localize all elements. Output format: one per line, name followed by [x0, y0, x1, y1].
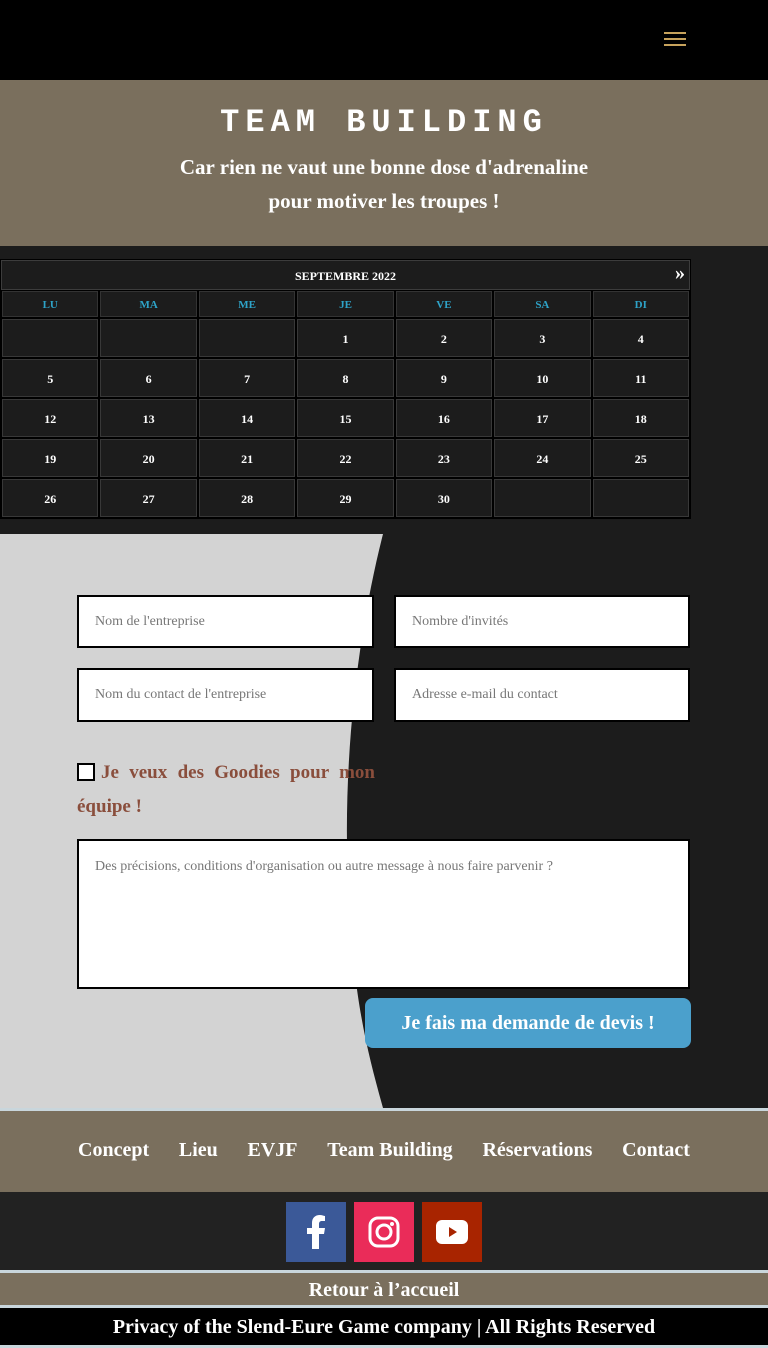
facebook-button[interactable] — [286, 1202, 346, 1262]
calendar-day[interactable]: 24 — [493, 438, 592, 478]
guests-count-input[interactable] — [394, 595, 690, 648]
calendar-empty-cell — [99, 318, 198, 358]
calendar-empty-cell — [197, 318, 297, 358]
weekday-header: ME — [197, 290, 297, 318]
weekday-header: JE — [296, 290, 395, 318]
calendar-day[interactable]: 5 — [1, 358, 100, 398]
calendar-day[interactable]: 11 — [591, 358, 690, 398]
calendar-day[interactable]: 6 — [99, 358, 198, 398]
weekday-header: SA — [493, 290, 592, 318]
calendar-empty-cell — [591, 478, 690, 518]
back-home-link[interactable]: Retour à l’accueil — [0, 1270, 768, 1308]
hero-subtitle-line1: Car rien ne vaut une bonne dose d'adrena… — [179, 155, 589, 179]
instagram-button[interactable] — [354, 1202, 414, 1262]
footer-nav-item[interactable]: Team Building — [327, 1139, 452, 1162]
footer-navigation: Concept Lieu EVJF Team Building Réservations… — [0, 1108, 768, 1192]
youtube-button[interactable] — [422, 1202, 482, 1262]
calendar-day[interactable]: 23 — [394, 438, 494, 478]
calendar-day[interactable]: 17 — [493, 398, 592, 438]
calendar-day[interactable]: 19 — [1, 438, 100, 478]
weekday-header: VE — [394, 290, 494, 318]
calendar-day[interactable]: 26 — [1, 478, 100, 518]
calendar-day[interactable]: 2 — [394, 318, 494, 358]
calendar-day[interactable]: 3 — [493, 318, 592, 358]
contact-name-input[interactable] — [77, 668, 374, 722]
company-name-input[interactable] — [77, 595, 374, 648]
submit-quote-button[interactable]: Je fais ma demande de devis ! — [365, 998, 691, 1048]
hero-subtitle: Car rien ne vaut une bonne dose d'adrena… — [0, 150, 768, 218]
weekday-header: LU — [1, 290, 100, 318]
social-bar — [0, 1192, 768, 1270]
calendar-empty-cell — [493, 478, 592, 518]
hamburger-menu-icon[interactable] — [664, 32, 686, 48]
footer-nav-item[interactable]: EVJF — [248, 1139, 298, 1162]
calendar-day[interactable]: 10 — [493, 358, 592, 398]
calendar-day[interactable]: 16 — [394, 398, 494, 438]
calendar: SEPTEMBRE 2022 » LU MA ME JE VE SA DI 1 2 3 4 5 6 7 8 9… — [0, 259, 691, 519]
calendar-day[interactable]: 20 — [99, 438, 198, 478]
facebook-icon — [307, 1215, 325, 1249]
calendar-day[interactable]: 8 — [296, 358, 395, 398]
calendar-day[interactable]: 15 — [296, 398, 395, 438]
calendar-day[interactable]: 25 — [591, 438, 690, 478]
hero-subtitle-line2: pour motiver les troupes ! — [268, 189, 500, 213]
calendar-header: SEPTEMBRE 2022 » — [1, 260, 690, 290]
calendar-day[interactable]: 13 — [99, 398, 198, 438]
copyright-text: Privacy of the Slend-Eure Game company |… — [0, 1308, 768, 1348]
hero-banner: TEAM BUILDING Car rien ne vaut une bonne… — [0, 80, 768, 246]
calendar-day[interactable]: 22 — [296, 438, 395, 478]
contact-email-input[interactable] — [394, 668, 690, 722]
quote-form-section: Je veux des Goodies pour mon équipe ! Je… — [0, 534, 768, 1108]
calendar-day[interactable]: 12 — [1, 398, 100, 438]
weekday-header: DI — [591, 290, 690, 318]
goodies-label: Je veux des Goodies pour mon équipe ! — [77, 762, 375, 817]
page-title: TEAM BUILDING — [220, 104, 548, 141]
top-bar — [0, 0, 768, 80]
calendar-day[interactable]: 9 — [394, 358, 494, 398]
calendar-grid: LU MA ME JE VE SA DI 1 2 3 4 5 6 7 8 9 10 11 12 13 14 15 16 17 1… — [1, 290, 690, 518]
calendar-day[interactable]: 4 — [591, 318, 690, 358]
message-textarea[interactable] — [77, 839, 690, 989]
footer-nav-item[interactable]: Lieu — [179, 1139, 218, 1162]
calendar-day[interactable]: 18 — [591, 398, 690, 438]
goodies-option: Je veux des Goodies pour mon équipe ! — [77, 756, 375, 824]
next-month-button[interactable]: » — [675, 258, 685, 288]
footer-nav-list: Concept Lieu EVJF Team Building Réservations… — [78, 1139, 690, 1162]
calendar-day[interactable]: 28 — [197, 478, 297, 518]
calendar-day[interactable]: 21 — [197, 438, 297, 478]
goodies-checkbox[interactable] — [77, 763, 95, 781]
calendar-day[interactable]: 7 — [197, 358, 297, 398]
calendar-empty-cell — [1, 318, 100, 358]
calendar-day[interactable]: 27 — [99, 478, 198, 518]
calendar-day[interactable]: 14 — [197, 398, 297, 438]
calendar-day[interactable]: 30 — [394, 478, 494, 518]
instagram-icon — [368, 1216, 400, 1248]
weekday-header: MA — [99, 290, 198, 318]
calendar-month: SEPTEMBRE 2022 — [294, 269, 396, 283]
calendar-day[interactable]: 29 — [296, 478, 395, 518]
footer-nav-item[interactable]: Contact — [622, 1139, 690, 1162]
footer-nav-item[interactable]: Concept — [78, 1139, 149, 1162]
calendar-day[interactable]: 1 — [296, 318, 395, 358]
footer-nav-item[interactable]: Réservations — [482, 1139, 592, 1162]
youtube-icon — [436, 1220, 468, 1244]
